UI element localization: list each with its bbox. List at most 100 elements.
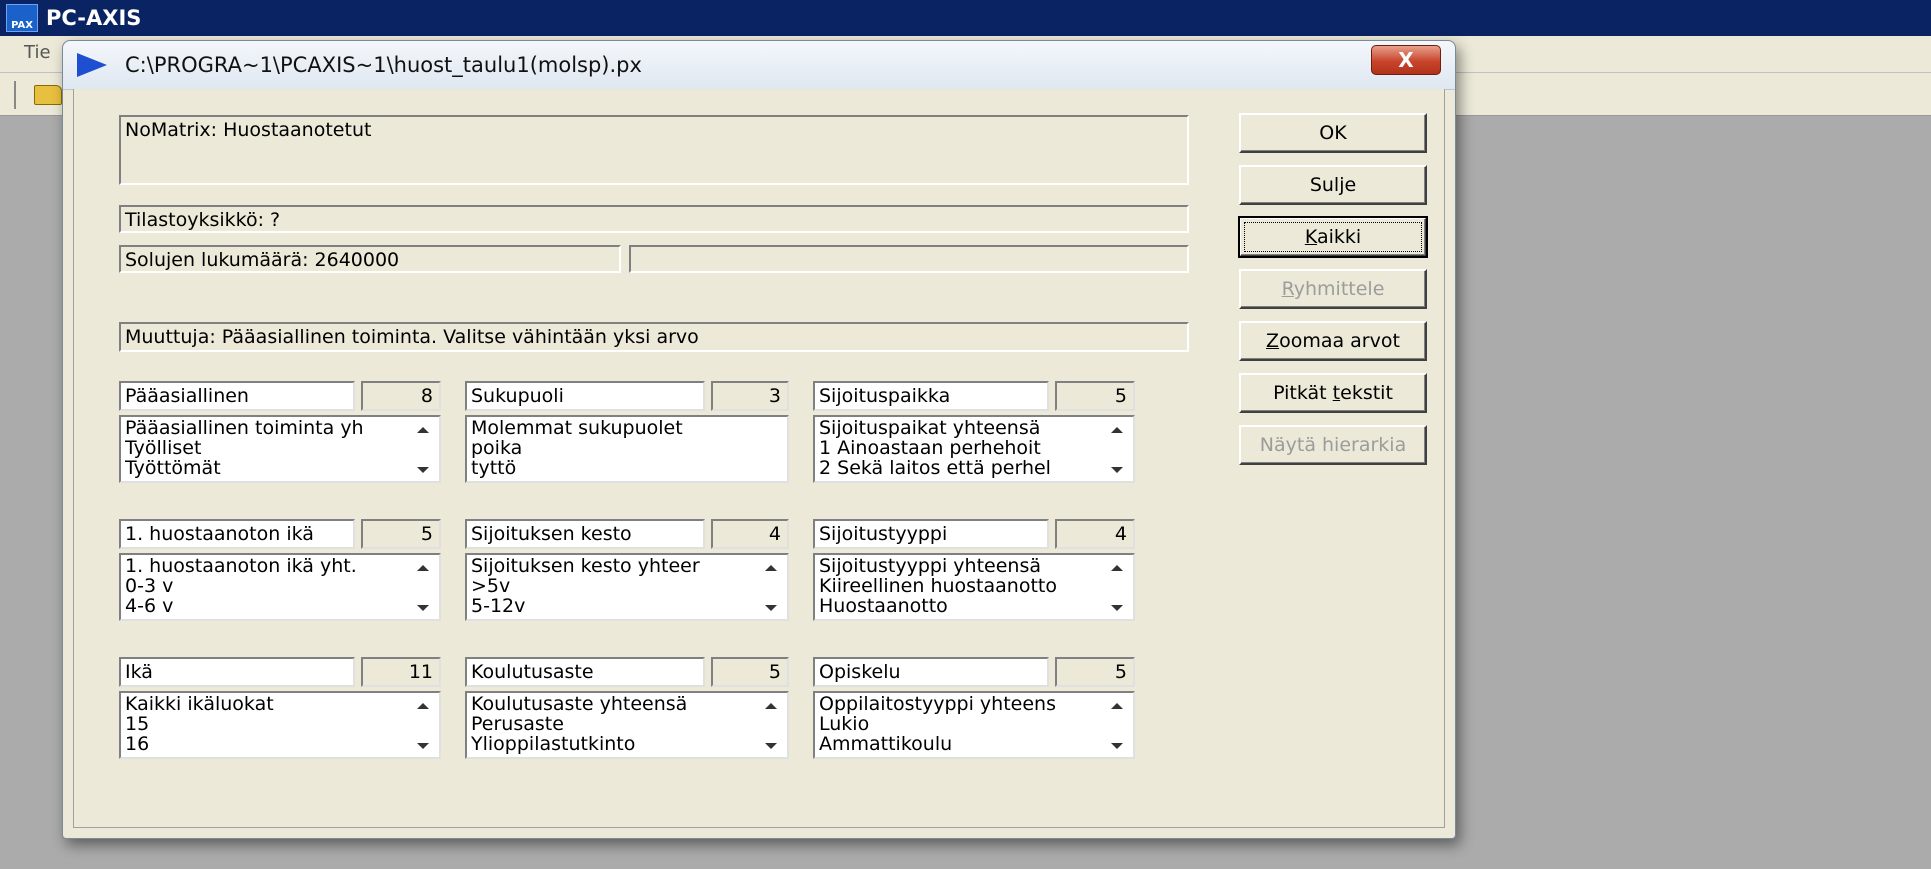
select-all-button[interactable]: Kaikki bbox=[1238, 216, 1428, 258]
scroll-down-icon[interactable] bbox=[765, 605, 777, 611]
list-item[interactable]: Ammattikoulu bbox=[819, 734, 1099, 754]
listbox-scrollbar[interactable] bbox=[407, 555, 439, 619]
list-item[interactable]: Perusaste bbox=[471, 714, 753, 734]
scroll-up-icon[interactable] bbox=[417, 703, 429, 709]
menu-item-file[interactable]: Tie bbox=[24, 42, 51, 63]
variable-count-field: 5 bbox=[711, 657, 789, 687]
scroll-down-icon[interactable] bbox=[1111, 743, 1123, 749]
list-item[interactable]: 5-12v bbox=[471, 596, 753, 616]
variable-values-listbox[interactable]: Oppilaitostyyppi yhteens Lukio Ammattiko… bbox=[813, 691, 1135, 759]
list-item[interactable]: Kaikki ikäluokat bbox=[125, 694, 405, 714]
close-button[interactable]: Sulje bbox=[1239, 165, 1427, 205]
variable-count-field: 4 bbox=[711, 519, 789, 549]
listbox-scrollbar[interactable] bbox=[1101, 693, 1133, 757]
matrix-info-panel: NoMatrix: Huostaanotetut bbox=[119, 115, 1189, 185]
variable-name-field: Opiskelu bbox=[813, 657, 1049, 687]
pcaxis-logo-icon: PAX bbox=[6, 4, 38, 32]
matrix-info-text: NoMatrix: Huostaanotetut bbox=[125, 119, 372, 141]
scroll-up-icon[interactable] bbox=[765, 703, 777, 709]
scroll-up-icon[interactable] bbox=[1111, 427, 1123, 433]
list-item[interactable]: Pääasiallinen toiminta yh bbox=[125, 418, 405, 438]
cell-count-panel: Solujen lukumäärä: 2640000 bbox=[119, 245, 621, 273]
variable-name-field: Sukupuoli bbox=[465, 381, 705, 411]
list-item[interactable]: 16 bbox=[125, 734, 405, 754]
list-item[interactable]: 15 bbox=[125, 714, 405, 734]
list-item[interactable]: Koulutusaste yhteensä bbox=[471, 694, 753, 714]
unit-info-panel: Tilastoyksikkö: ? bbox=[119, 205, 1189, 233]
listbox-scrollbar[interactable] bbox=[407, 693, 439, 757]
list-item[interactable]: poika bbox=[471, 438, 753, 458]
current-variable-panel: Muuttuja: Pääasiallinen toiminta. Valits… bbox=[119, 322, 1189, 352]
list-item[interactable]: Sijoituspaikat yhteensä bbox=[819, 418, 1099, 438]
cell-count-extra-panel bbox=[629, 245, 1189, 273]
long-texts-button[interactable]: Pitkät tekstit bbox=[1239, 373, 1427, 413]
dialog-title: C:\PROGRA~1\PCAXIS~1\huost_taulu1(molsp)… bbox=[125, 53, 642, 77]
list-item[interactable]: Sijoituksen kesto yhteer bbox=[471, 556, 753, 576]
list-item[interactable]: >5v bbox=[471, 576, 753, 596]
variable-values-listbox[interactable]: Pääasiallinen toiminta yh Työlliset Työt… bbox=[119, 415, 441, 483]
variable-name-field: Koulutusaste bbox=[465, 657, 705, 687]
scroll-up-icon[interactable] bbox=[1111, 565, 1123, 571]
variable-values-listbox[interactable]: Sijoitustyyppi yhteensä Kiireellinen huo… bbox=[813, 553, 1135, 621]
ok-button[interactable]: OK bbox=[1239, 113, 1427, 153]
scroll-down-icon[interactable] bbox=[1111, 605, 1123, 611]
scroll-down-icon[interactable] bbox=[417, 467, 429, 473]
open-folder-icon[interactable] bbox=[34, 85, 62, 105]
listbox-scrollbar[interactable] bbox=[407, 417, 439, 481]
cell-count-text: Solujen lukumäärä: 2640000 bbox=[125, 249, 400, 271]
scroll-down-icon[interactable] bbox=[1111, 467, 1123, 473]
show-hierarchy-button[interactable]: Näytä hierarkia bbox=[1239, 425, 1427, 465]
list-item[interactable]: 1. huostaanoton ikä yht. bbox=[125, 556, 405, 576]
toolbar-separator bbox=[14, 81, 16, 109]
select-variables-dialog: C:\PROGRA~1\PCAXIS~1\huost_taulu1(molsp)… bbox=[62, 40, 1456, 839]
variable-values-listbox[interactable]: 1. huostaanoton ikä yht. 0-3 v 4-6 v bbox=[119, 553, 441, 621]
app-title: PC-AXIS bbox=[46, 6, 142, 30]
current-variable-text: Muuttuja: Pääasiallinen toiminta. Valits… bbox=[125, 326, 699, 348]
app-titlebar: PAX PC-AXIS bbox=[0, 0, 1931, 36]
scroll-up-icon[interactable] bbox=[417, 427, 429, 433]
variable-count-field: 8 bbox=[361, 381, 441, 411]
scroll-up-icon[interactable] bbox=[1111, 703, 1123, 709]
list-item[interactable]: Kiireellinen huostaanotto bbox=[819, 576, 1099, 596]
list-item[interactable]: Molemmat sukupuolet bbox=[471, 418, 753, 438]
list-item[interactable]: Työlliset bbox=[125, 438, 405, 458]
listbox-scrollbar[interactable] bbox=[1101, 555, 1133, 619]
list-item[interactable]: Lukio bbox=[819, 714, 1099, 734]
listbox-scrollbar[interactable] bbox=[755, 555, 787, 619]
variable-name-field: Pääasiallinen bbox=[119, 381, 355, 411]
list-item[interactable]: 4-6 v bbox=[125, 596, 405, 616]
scroll-down-icon[interactable] bbox=[417, 743, 429, 749]
variable-count-field: 3 bbox=[711, 381, 789, 411]
list-item[interactable]: 0-3 v bbox=[125, 576, 405, 596]
list-item[interactable]: Oppilaitostyyppi yhteens bbox=[819, 694, 1099, 714]
list-item[interactable]: 1 Ainoastaan perhehoit bbox=[819, 438, 1099, 458]
listbox-scrollbar[interactable] bbox=[755, 693, 787, 757]
list-item[interactable]: Huostaanotto bbox=[819, 596, 1099, 616]
close-window-button[interactable]: X bbox=[1371, 45, 1441, 75]
list-item[interactable]: 2 Sekä laitos että perhel bbox=[819, 458, 1099, 478]
dialog-titlebar[interactable]: C:\PROGRA~1\PCAXIS~1\huost_taulu1(molsp)… bbox=[63, 41, 1455, 90]
list-item[interactable]: Ylioppilastutkinto bbox=[471, 734, 753, 754]
variable-values-listbox[interactable]: Sijoituspaikat yhteensä 1 Ainoastaan per… bbox=[813, 415, 1135, 483]
list-item[interactable]: Sijoitustyyppi yhteensä bbox=[819, 556, 1099, 576]
scroll-up-icon[interactable] bbox=[417, 565, 429, 571]
variable-values-listbox[interactable]: Molemmat sukupuolet poika tyttö bbox=[465, 415, 789, 483]
list-item[interactable]: tyttö bbox=[471, 458, 753, 478]
group-button[interactable]: Ryhmittele bbox=[1239, 269, 1427, 309]
variable-values-listbox[interactable]: Koulutusaste yhteensä Perusaste Ylioppil… bbox=[465, 691, 789, 759]
listbox-scrollbar[interactable] bbox=[1101, 417, 1133, 481]
variable-name-field: Sijoituspaikka bbox=[813, 381, 1049, 411]
scroll-down-icon[interactable] bbox=[417, 605, 429, 611]
scroll-down-icon[interactable] bbox=[765, 743, 777, 749]
variable-name-field: Sijoituksen kesto bbox=[465, 519, 705, 549]
variable-count-field: 11 bbox=[361, 657, 441, 687]
zoom-values-button[interactable]: Zoomaa arvot bbox=[1239, 321, 1427, 361]
scroll-up-icon[interactable] bbox=[765, 565, 777, 571]
variable-name-field: Sijoitustyyppi bbox=[813, 519, 1049, 549]
variable-count-field: 5 bbox=[361, 519, 441, 549]
variable-count-field: 4 bbox=[1055, 519, 1135, 549]
variable-name-field: 1. huostaanoton ikä bbox=[119, 519, 355, 549]
variable-values-listbox[interactable]: Sijoituksen kesto yhteer >5v 5-12v bbox=[465, 553, 789, 621]
variable-values-listbox[interactable]: Kaikki ikäluokat 15 16 bbox=[119, 691, 441, 759]
list-item[interactable]: Työttömät bbox=[125, 458, 405, 478]
